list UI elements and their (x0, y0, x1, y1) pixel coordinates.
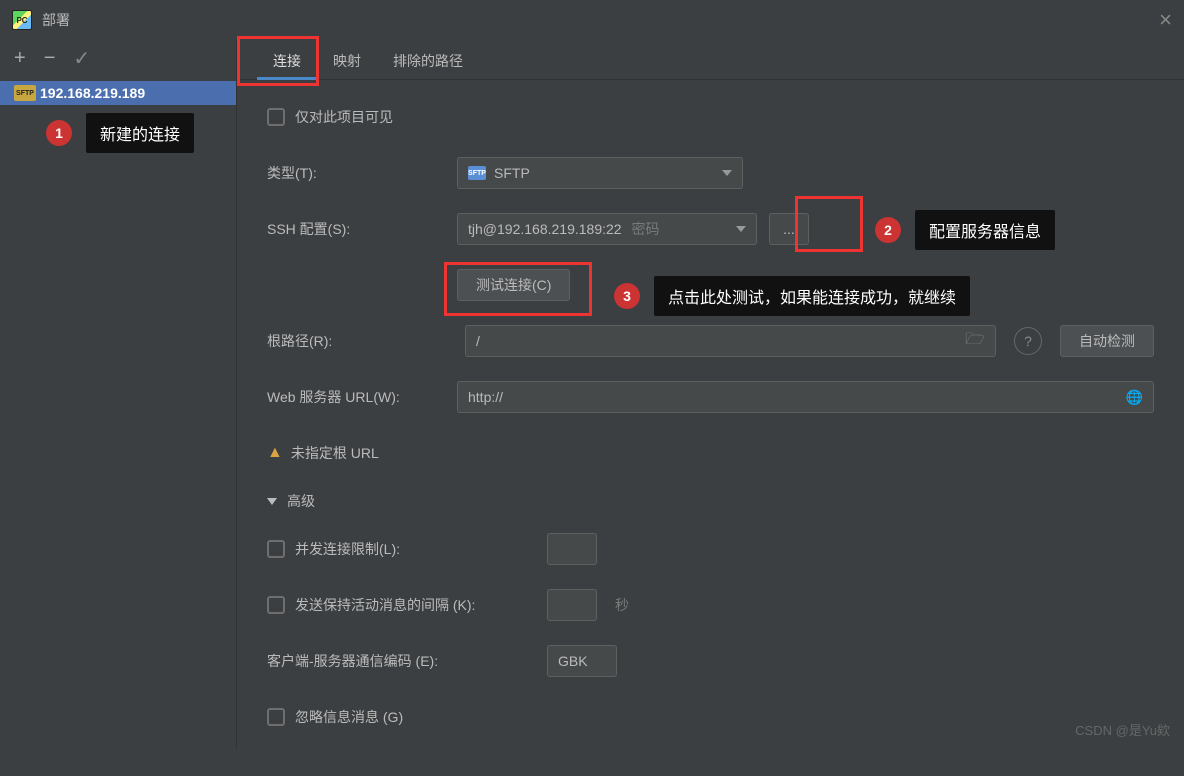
warning-text: 未指定根 URL (291, 443, 379, 463)
row-ignore-info: 忽略信息消息 (G) (267, 700, 1154, 734)
folder-icon[interactable]: 🗁 (965, 328, 985, 355)
callout-text-1: 新建的连接 (86, 113, 194, 153)
form: 仅对此项目可见 类型(T): SFTP SFTP SSH 配置(S): tjh@… (237, 80, 1184, 776)
title-bar: PC 部署 × (0, 0, 1184, 40)
web-url-input[interactable]: http:// 🌐 (457, 381, 1154, 413)
sidebar-toolbar: + − ✓ (0, 40, 236, 81)
row-visible-only: 仅对此项目可见 (267, 100, 1154, 134)
keepalive-label: 发送保持活动消息的间隔 (K): (295, 595, 547, 615)
row-web-url: Web 服务器 URL(W): http:// 🌐 (267, 380, 1154, 414)
chevron-down-icon (736, 226, 746, 232)
ignore-info-checkbox[interactable] (267, 708, 285, 726)
tab-connection[interactable]: 连接 (257, 41, 317, 79)
tabs: 连接 映射 排除的路径 (237, 40, 1184, 80)
type-select[interactable]: SFTP SFTP (457, 157, 743, 189)
sftp-badge-icon: SFTP (14, 85, 36, 101)
visible-only-checkbox[interactable] (267, 108, 285, 126)
ssh-config-button[interactable]: ... (769, 213, 809, 245)
callout-num-2: 2 (875, 217, 901, 243)
root-label: 根路径(R): (267, 331, 457, 351)
keepalive-input[interactable] (547, 589, 597, 621)
row-encoding: 客户端-服务器通信编码 (E): GBK (267, 644, 1154, 678)
callout-1: 1 新建的连接 (46, 113, 194, 153)
test-connection-button[interactable]: 测试连接(C) (457, 269, 570, 301)
warning-icon: ▲ (267, 444, 283, 462)
pycharm-icon: PC (12, 10, 32, 30)
visible-only-label: 仅对此项目可见 (295, 107, 393, 127)
ssh-select[interactable]: tjh@192.168.219.189:22 密码 (457, 213, 757, 245)
close-icon[interactable]: × (1159, 7, 1172, 33)
callout-text-2: 配置服务器信息 (915, 210, 1055, 250)
help-icon[interactable]: ? (1014, 327, 1042, 355)
ssh-value: tjh@192.168.219.189:22 (468, 221, 622, 237)
row-advanced-header[interactable]: 高级 (267, 484, 1154, 518)
conn-limit-checkbox[interactable] (267, 540, 285, 558)
content-panel: 连接 映射 排除的路径 仅对此项目可见 类型(T): SFTP SFTP (237, 40, 1184, 749)
ssh-label: SSH 配置(S): (267, 219, 457, 239)
ignore-info-label: 忽略信息消息 (G) (295, 707, 403, 727)
encoding-label: 客户端-服务器通信编码 (E): (267, 651, 547, 671)
row-keepalive: 发送保持活动消息的间隔 (K): 秒 (267, 588, 1154, 622)
server-item[interactable]: SFTP 192.168.219.189 (0, 81, 236, 105)
window-title: 部署 (42, 10, 70, 30)
encoding-input[interactable]: GBK (547, 645, 617, 677)
root-input[interactable]: / 🗁 (465, 325, 996, 357)
web-url-label: Web 服务器 URL(W): (267, 387, 457, 407)
callout-3: 3 点击此处测试，如果能连接成功，就继续 (614, 276, 970, 316)
type-label: 类型(T): (267, 163, 457, 183)
tab-mapping[interactable]: 映射 (317, 41, 377, 79)
apply-button[interactable]: ✓ (73, 46, 90, 71)
advanced-label: 高级 (287, 491, 315, 511)
seconds-label: 秒 (615, 595, 629, 615)
tab-excluded[interactable]: 排除的路径 (377, 41, 479, 79)
callout-num-1: 1 (46, 120, 72, 146)
ssh-password-hint: 密码 (631, 221, 659, 237)
chevron-down-icon (267, 498, 277, 505)
autodetect-button[interactable]: 自动检测 (1060, 325, 1154, 357)
conn-limit-input[interactable] (547, 533, 597, 565)
row-root: 根路径(R): / 🗁 ? 自动检测 (267, 324, 1154, 358)
keepalive-checkbox[interactable] (267, 596, 285, 614)
add-button[interactable]: + (14, 47, 26, 70)
callout-text-3: 点击此处测试，如果能连接成功，就继续 (654, 276, 970, 316)
row-type: 类型(T): SFTP SFTP (267, 156, 1154, 190)
chevron-down-icon (722, 170, 732, 176)
callout-num-3: 3 (614, 283, 640, 309)
watermark: CSDN @是Yu欸 (1075, 720, 1170, 739)
remove-button[interactable]: − (44, 47, 56, 70)
globe-icon[interactable]: 🌐 (1126, 389, 1143, 406)
server-name: 192.168.219.189 (40, 85, 145, 101)
type-value: SFTP (494, 165, 530, 181)
row-warning: ▲ 未指定根 URL (267, 436, 1154, 470)
callout-2: 2 配置服务器信息 (875, 210, 1055, 250)
row-conn-limit: 并发连接限制(L): (267, 532, 1154, 566)
sftp-icon: SFTP (468, 166, 486, 180)
conn-limit-label: 并发连接限制(L): (295, 539, 547, 559)
